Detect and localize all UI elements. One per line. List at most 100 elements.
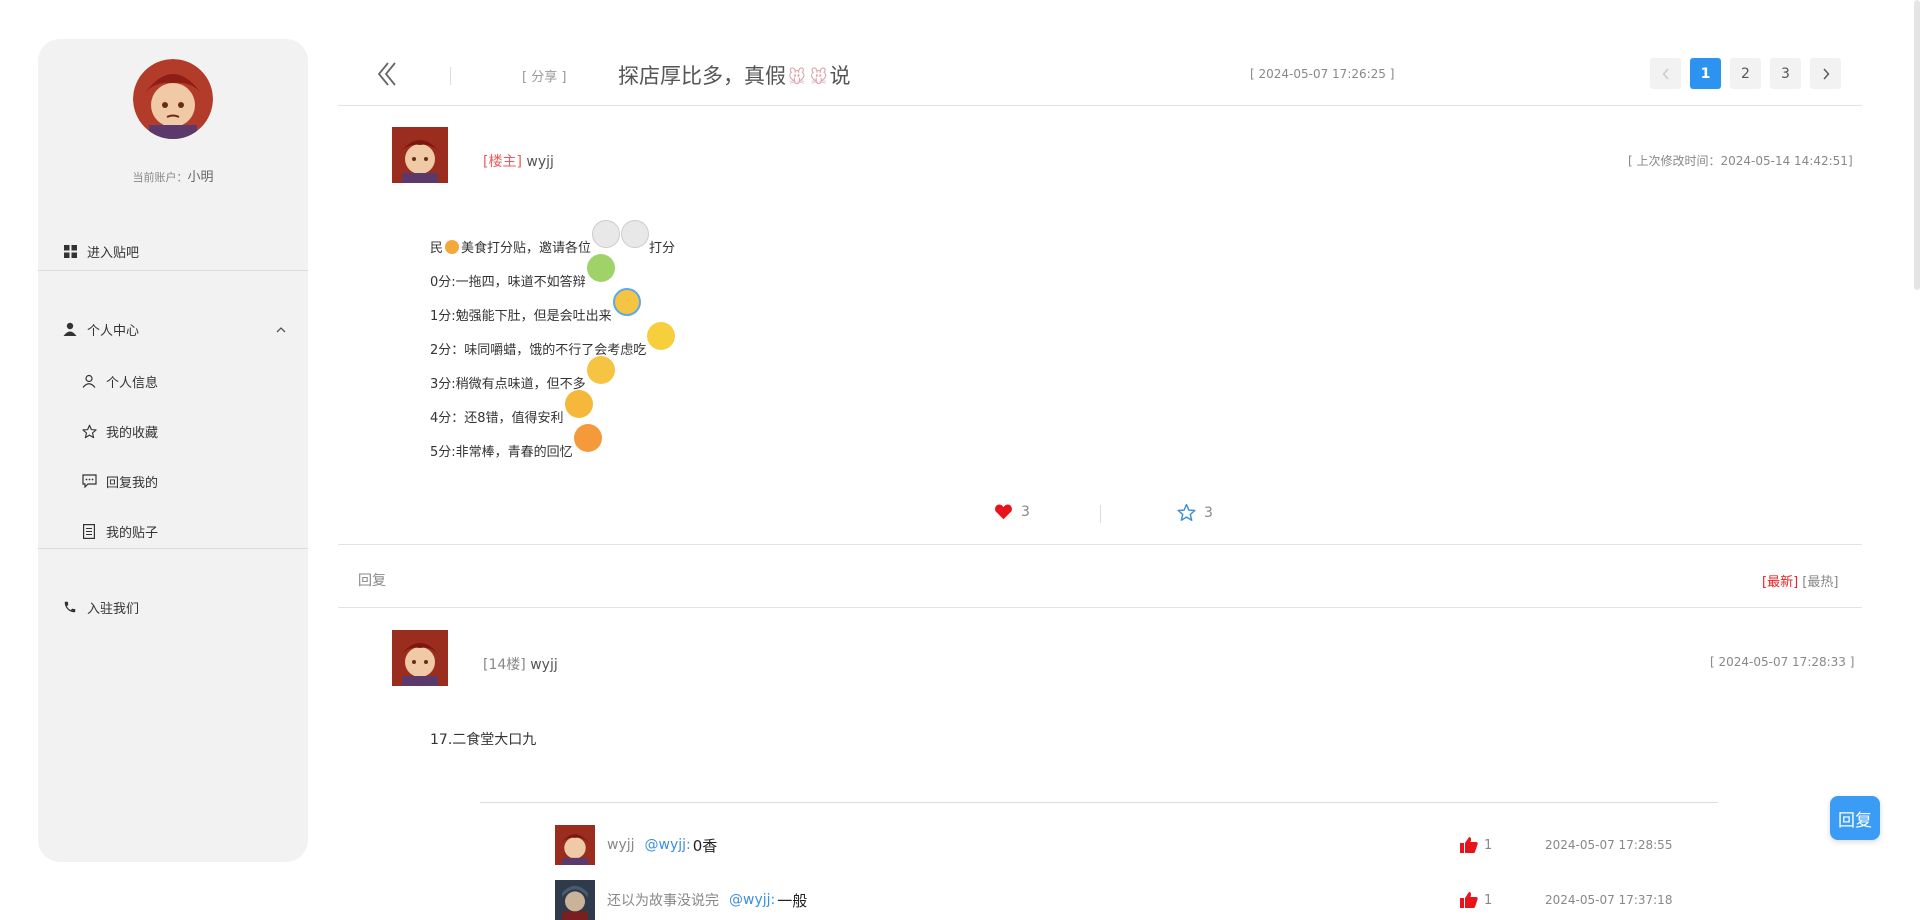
- owner-line: [楼主] wyjj: [483, 151, 554, 171]
- post-content: 民 美食打分贴，邀请各位 打分 0分:一拖四，味道不如答辩 1分:勉强能下肚，但…: [430, 220, 676, 460]
- post-category: [ 分享 ]: [522, 70, 567, 85]
- content-line: 5分:非常棒，青春的回忆: [430, 424, 675, 460]
- divider: [450, 67, 451, 85]
- mouse-emoji-icon: 🐭: [788, 68, 806, 88]
- floor-content: 17.二食堂大口九: [430, 732, 537, 748]
- sub-reply: 还以为故事没说完 @wyjj: 一般 1 2024-05-07 17:37:18: [555, 880, 1705, 920]
- page-button-2[interactable]: 2: [1730, 58, 1761, 89]
- nav-personal-center-label: 个人中心: [87, 323, 140, 339]
- heart-eyes-emoji-icon: [573, 424, 602, 452]
- divider: [1100, 505, 1101, 523]
- sort-hot-button[interactable]: [最热]: [1802, 575, 1838, 590]
- nav-my-favorites-label: 我的收藏: [106, 425, 159, 441]
- nav-personal-info-label: 个人信息: [106, 375, 159, 391]
- divider: [38, 548, 308, 549]
- last-modified: [ 上次修改时间：2024-05-14 14:42:51]: [1628, 154, 1853, 168]
- sub-reply-text: 一般: [777, 891, 808, 910]
- grid-icon: [62, 243, 78, 259]
- content-line: 民 美食打分贴，邀请各位 打分: [430, 220, 676, 256]
- sub-reply-mention[interactable]: @wyjj:: [729, 892, 775, 908]
- content-text: 4分：还8错，值得安利: [430, 411, 564, 426]
- nav-join-us-label: 入驻我们: [87, 601, 140, 617]
- nav-replies-to-me[interactable]: 回复我的: [38, 461, 308, 501]
- content-line: 2分：味同嚼蜡，饿的不行了会考虑吃: [430, 322, 676, 358]
- heart-icon: [995, 504, 1012, 520]
- sub-reply-mention[interactable]: @wyjj:: [645, 837, 691, 853]
- sub-reply-avatar[interactable]: [555, 825, 595, 865]
- replies-label: 回复: [358, 573, 386, 589]
- favorite-stat[interactable]: 3: [1177, 503, 1213, 522]
- owner-avatar[interactable]: [392, 127, 448, 183]
- nav-my-posts[interactable]: 我的贴子: [38, 511, 308, 551]
- divider: [480, 802, 1718, 803]
- post-title-text: 探店厚比多，真假: [618, 64, 786, 88]
- sort-latest-button[interactable]: [最新]: [1762, 575, 1798, 590]
- sub-reply-time: 2024-05-07 17:37:18: [1545, 893, 1673, 907]
- sub-reply-username[interactable]: wyjj: [607, 837, 635, 853]
- content-text: 打分: [649, 241, 676, 256]
- content-line: 3分:稍微有点味道，但不多: [430, 356, 675, 392]
- comment-icon: [81, 473, 97, 489]
- content-text: 2分：味同嚼蜡，饿的不行了会考虑吃: [430, 343, 647, 358]
- owner-username[interactable]: wyjj: [526, 154, 554, 170]
- content-line: 0分:一拖四，味道不如答辩: [430, 254, 675, 290]
- mouse-emoji-icon: [621, 220, 650, 248]
- content-text: 民: [430, 241, 444, 256]
- sub-reply-time: 2024-05-07 17:28:55: [1545, 838, 1673, 852]
- page-button-1[interactable]: 1: [1690, 58, 1721, 89]
- nav-replies-to-me-label: 回复我的: [106, 475, 159, 491]
- sub-reply: wyjj @wyjj: 0香 1 2024-05-07 17:28:55: [555, 825, 1705, 865]
- user-avatar[interactable]: [133, 59, 213, 139]
- cat-emoji-icon: [445, 240, 460, 254]
- reply-avatar[interactable]: [392, 630, 448, 686]
- back-arrow-icon[interactable]: [376, 60, 398, 90]
- scrollbar[interactable]: [1914, 0, 1920, 290]
- divider: [338, 105, 1862, 106]
- smile-emoji-icon: [586, 356, 615, 384]
- hushed-emoji-icon: [647, 322, 676, 350]
- nav-my-posts-label: 我的贴子: [106, 525, 159, 541]
- post-detail: [ 分享 ] 探店厚比多，真假 🐭 🐭说 [ 2024-05-07 17:26:25…: [338, 0, 1862, 920]
- sub-reply-like[interactable]: 1: [1460, 837, 1492, 853]
- crying-emoji-icon: [612, 288, 641, 316]
- yum-emoji-icon: [564, 390, 593, 418]
- account-label: 当前账户：: [132, 171, 188, 184]
- nav-personal-center[interactable]: 个人中心: [38, 309, 308, 349]
- mouse-emoji-icon: 🐭: [809, 68, 828, 88]
- like-stat[interactable]: 3: [994, 503, 1030, 520]
- floor-date: [ 2024-05-07 17:28:33 ]: [1710, 655, 1855, 669]
- divider: [38, 270, 308, 271]
- sick-emoji-icon: [586, 254, 615, 282]
- reply-button[interactable]: 回复: [1830, 796, 1880, 840]
- sub-reply-like[interactable]: 1: [1460, 892, 1492, 908]
- post-title: 探店厚比多，真假 🐭 🐭说: [618, 60, 850, 90]
- post-date: [ 2024-05-07 17:26:25 ]: [1250, 67, 1395, 81]
- thumbs-up-icon: [1460, 892, 1478, 908]
- favorite-count: 3: [1204, 504, 1213, 521]
- sub-reply-like-count: 1: [1484, 892, 1493, 908]
- next-page-button[interactable]: [1810, 58, 1841, 89]
- sub-reply-username[interactable]: 还以为故事没说完: [607, 890, 719, 910]
- prev-page-button[interactable]: [1650, 58, 1681, 89]
- star-icon: [1177, 503, 1196, 521]
- nav-personal-info[interactable]: 个人信息: [38, 361, 308, 401]
- post-title-text-end: 说: [829, 64, 851, 88]
- thumbs-up-icon: [1460, 837, 1478, 853]
- floor-username[interactable]: wyjj: [530, 657, 558, 673]
- document-icon: [81, 523, 97, 539]
- content-text: 1分:勉强能下肚，但是会吐出来: [430, 309, 612, 324]
- like-count: 3: [1021, 503, 1030, 520]
- sub-reply-avatar[interactable]: [555, 880, 595, 920]
- content-text: 5分:非常棒，青春的回忆: [430, 445, 573, 460]
- nav-my-favorites[interactable]: 我的收藏: [38, 411, 308, 451]
- nav-enter-forum[interactable]: 进入贴吧: [38, 231, 308, 271]
- content-text: 美食打分贴，邀请各位: [461, 241, 592, 256]
- nav-join-us[interactable]: 入驻我们: [38, 587, 308, 627]
- content-text: 3分:稍微有点味道，但不多: [430, 377, 586, 392]
- chevron-up-icon[interactable]: [276, 322, 286, 337]
- person-outline-icon: [81, 373, 97, 389]
- floor-header: [14楼] wyjj: [483, 654, 558, 674]
- page-button-3[interactable]: 3: [1770, 58, 1801, 89]
- floor-tag: [14楼]: [483, 657, 526, 673]
- sub-reply-text: 0香: [692, 836, 718, 855]
